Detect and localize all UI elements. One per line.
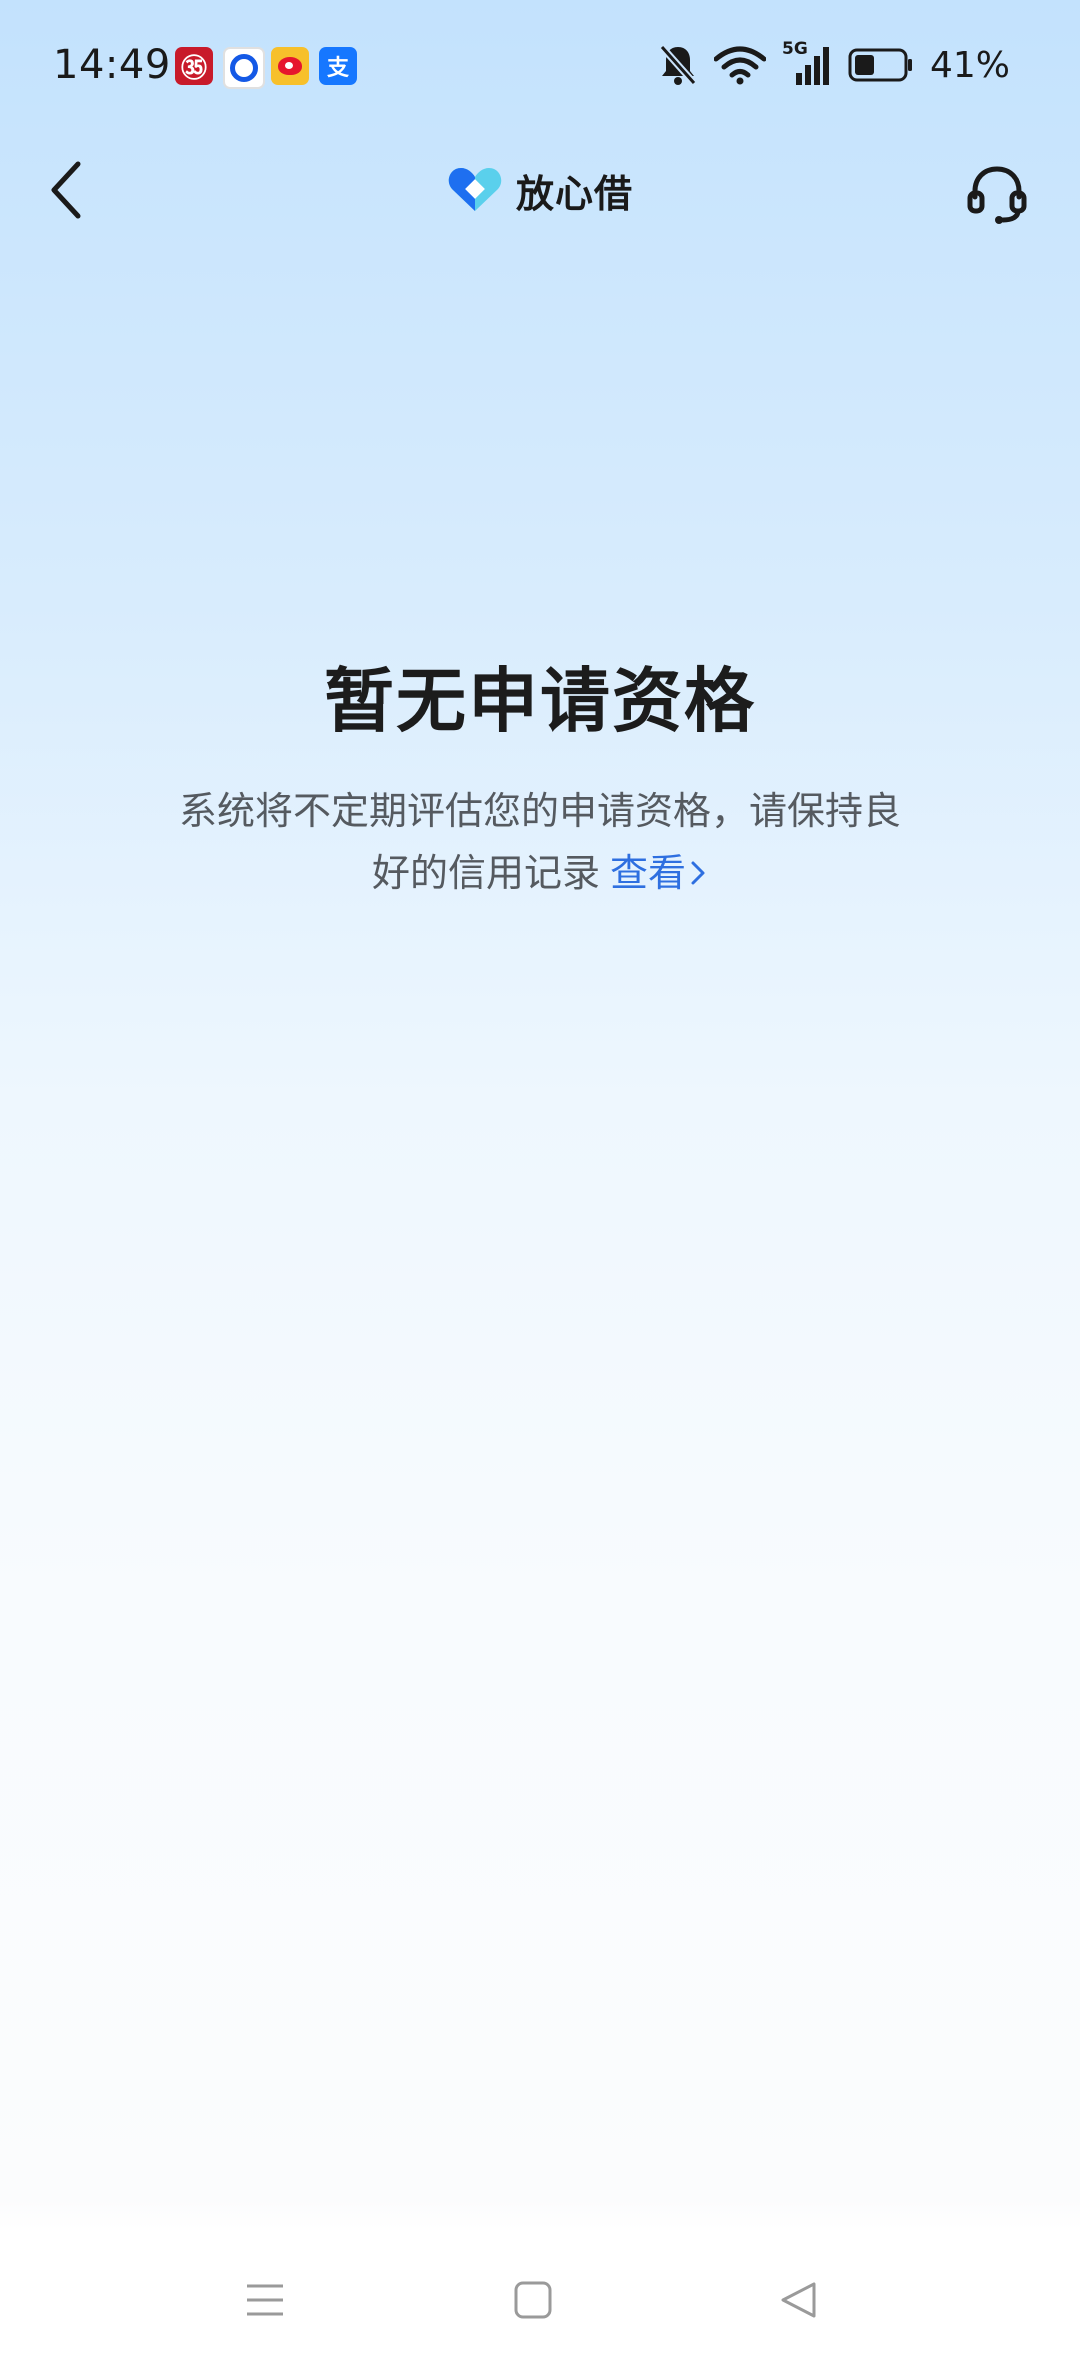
description-line-2: 好的信用记录 [371, 851, 600, 895]
customer-service-button[interactable] [962, 158, 1032, 228]
page-title: 暂无申请资格 [324, 660, 756, 742]
brand-name: 放心借 [516, 171, 634, 216]
recent-apps-button[interactable] [225, 2260, 305, 2340]
headset-icon [967, 166, 1027, 224]
system-icons: 5G 41% [658, 39, 1010, 90]
bank-app-icon: ㉟ [175, 47, 213, 85]
description-line-2-wrap: 好的信用记录 查看 [150, 842, 930, 904]
status-bar: 14:49 ㉟ 支 5G 41% [0, 0, 1080, 130]
clock: 14:49 [53, 42, 171, 88]
alipay-app-icon: 支 [319, 47, 357, 85]
menu-icon [247, 2284, 283, 2316]
weibo-app-icon [271, 47, 309, 85]
description-line-1: 系统将不定期评估您的申请资格，请保持良 [178, 789, 901, 833]
home-button[interactable] [493, 2260, 573, 2340]
battery-percent: 41% [929, 44, 1010, 86]
brand-logo-icon [448, 168, 502, 211]
home-square-icon [514, 2281, 552, 2319]
view-link[interactable]: 查看 [610, 842, 708, 904]
wifi-icon [713, 46, 766, 85]
back-triangle-icon [781, 2282, 816, 2318]
bank-app-glyph: ㉟ [180, 53, 207, 84]
view-link-label: 查看 [610, 851, 687, 895]
brand: 放心借 [446, 160, 633, 220]
signal-bars-icon [795, 47, 829, 85]
chevron-left-icon [51, 161, 81, 219]
bell-muted-icon [659, 44, 697, 86]
system-navigation-bar [0, 2230, 1080, 2362]
alipay-app-glyph: 支 [326, 56, 349, 81]
back-button[interactable] [38, 155, 94, 225]
chevron-right-icon [691, 861, 705, 885]
messaging-app-icon [223, 47, 265, 89]
system-back-button[interactable] [758, 2260, 838, 2340]
cellular-signal: 5G [782, 39, 832, 87]
battery-icon [848, 48, 912, 82]
description: 系统将不定期评估您的申请资格，请保持良 好的信用记录 查看 [150, 780, 930, 904]
